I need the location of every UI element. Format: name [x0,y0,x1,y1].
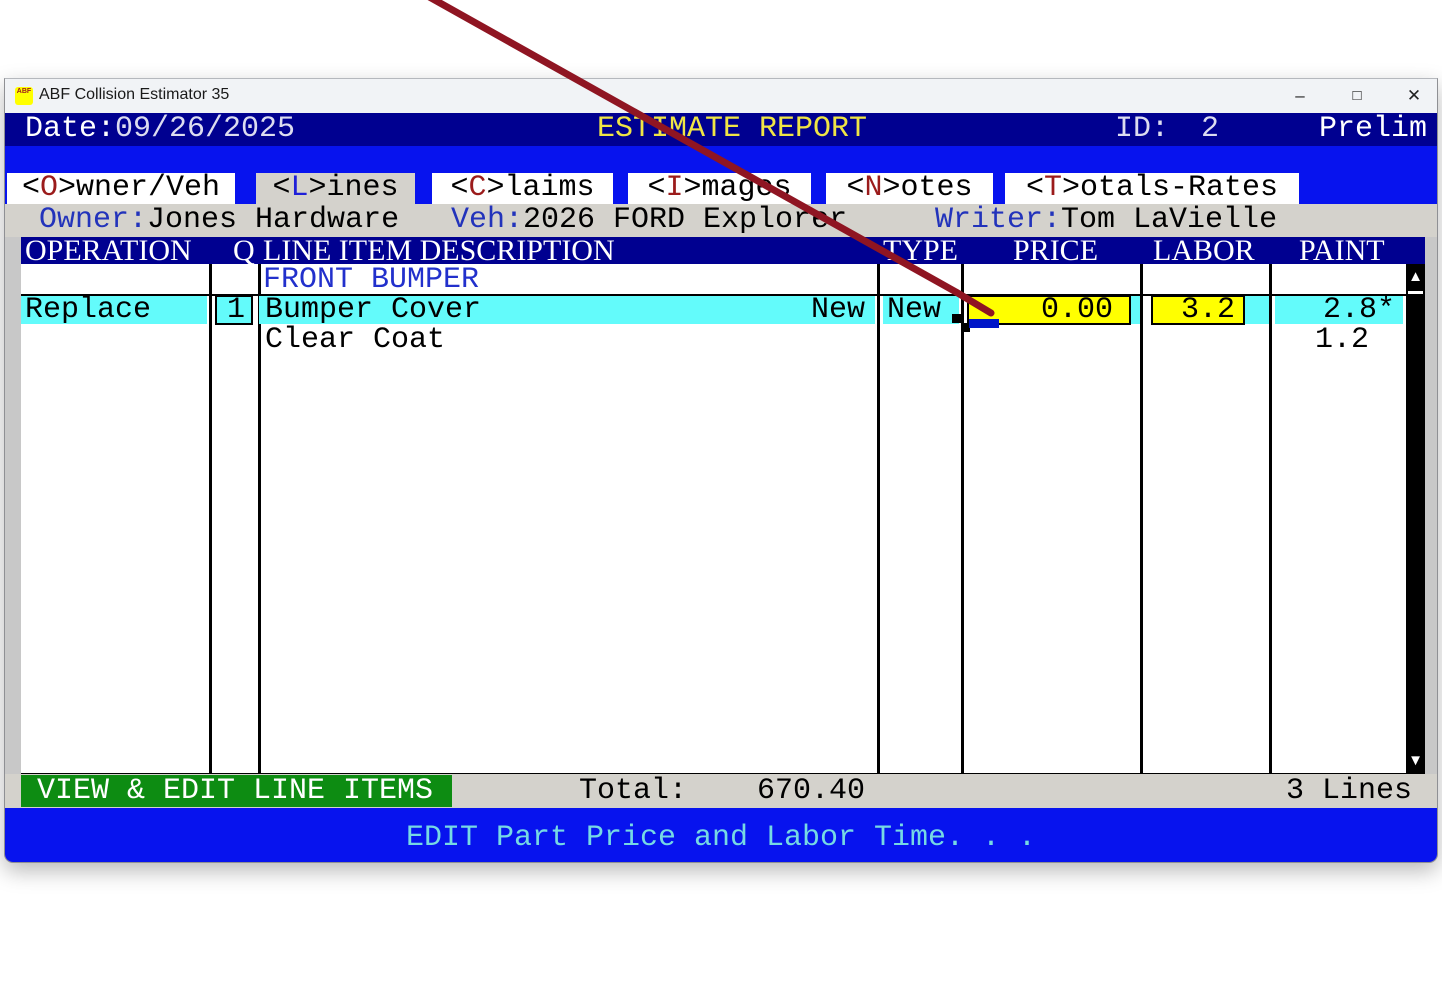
maximize-button[interactable]: □ [1334,79,1380,113]
line-count: 3 Lines [1286,774,1412,808]
cell-selection-marker [952,314,961,323]
scroll-down-icon[interactable]: ▼ [1406,748,1425,774]
date-field: Date:09/26/2025 [25,113,295,146]
vertical-scrollbar[interactable]: ▲ ▼ [1406,264,1425,774]
cell-qty[interactable]: 1 [215,295,253,325]
tab-notes[interactable]: <N>otes [826,173,993,204]
col-header-labor: LABOR [1153,237,1255,264]
owner-field: Owner:Jones Hardware [39,204,399,237]
minimize-button[interactable]: – [1277,79,1323,113]
column-divider [961,264,964,774]
cell-labor-input[interactable]: 3.2 [1151,295,1245,325]
cell-price-highlight [1131,296,1140,324]
column-divider [1140,264,1143,774]
col-header-type: TYPE [883,237,958,264]
col-header-paint: PAINT [1299,237,1385,264]
total-value: 670.40 [757,774,865,808]
table-row-paint[interactable]: 1.2 [1275,326,1403,354]
cell-labor-highlight [1245,296,1269,324]
total-label: Total: [579,774,687,808]
cell-condition: New [811,296,865,324]
cell-paint[interactable]: 2.8* [1275,296,1403,324]
tab-images[interactable]: <I>mages [628,173,811,204]
column-divider [209,264,212,774]
writer-field: Writer:Tom LaVielle [935,204,1277,237]
tab-owner-veh[interactable]: <O>wner/Veh [7,173,235,204]
mode-indicator: VIEW & EDIT LINE ITEMS [21,775,452,807]
tab-totals-rates[interactable]: <T>otals-Rates [1005,173,1299,204]
status-badge: Prelim [1319,113,1427,146]
prompt-bar: EDIT Part Price and Labor Time. . . [5,808,1437,863]
estimate-id: ID: 2 [1115,113,1219,146]
app-window: ABF ABF Collision Estimator 35 – □ ✕ Dat… [4,78,1438,863]
col-header-operation: OPERATION [25,237,192,264]
scrollbar-divider [1408,291,1423,294]
status-bar: VIEW & EDIT LINE ITEMS Total: 670.40 3 L… [5,774,1437,808]
report-header-bar: Date:09/26/2025 ESTIMATE REPORT ID: 2 Pr… [5,113,1437,146]
col-header-qty: Q [233,237,255,264]
cell-description[interactable]: Bumper Cover New [259,296,875,324]
cell-type[interactable]: New [883,296,959,324]
column-divider [1269,264,1272,774]
vehicle-field: Veh:2026 FORD Explorer [451,204,847,237]
line-items-grid: OPERATION Q LINE ITEM DESCRIPTION TYPE P… [5,237,1437,774]
col-header-description: LINE ITEM DESCRIPTION [263,237,615,264]
cell-operation[interactable]: Replace [21,296,207,324]
estimate-info-bar: Owner:Jones Hardware Veh:2026 FORD Explo… [5,204,1437,237]
column-divider [877,264,880,774]
prompt-message: EDIT Part Price and Labor Time. . . [406,821,1036,855]
report-title: ESTIMATE REPORT [597,113,867,146]
scroll-up-icon[interactable]: ▲ [1406,264,1425,290]
tab-lines[interactable]: <L>ines [256,173,415,204]
col-header-price: PRICE [1013,237,1098,264]
close-button[interactable]: ✕ [1391,79,1437,113]
table-row-group-heading[interactable]: FRONT BUMPER [263,266,479,294]
text-cursor [969,319,999,328]
grid-header-row: OPERATION Q LINE ITEM DESCRIPTION TYPE P… [21,237,1425,264]
window-titlebar: ABF ABF Collision Estimator 35 – □ ✕ [5,79,1437,113]
window-title: ABF Collision Estimator 35 [39,86,229,104]
app-icon: ABF [15,87,33,105]
tab-claims[interactable]: <C>laims [432,173,613,204]
table-row-description[interactable]: Clear Coat [259,326,875,354]
